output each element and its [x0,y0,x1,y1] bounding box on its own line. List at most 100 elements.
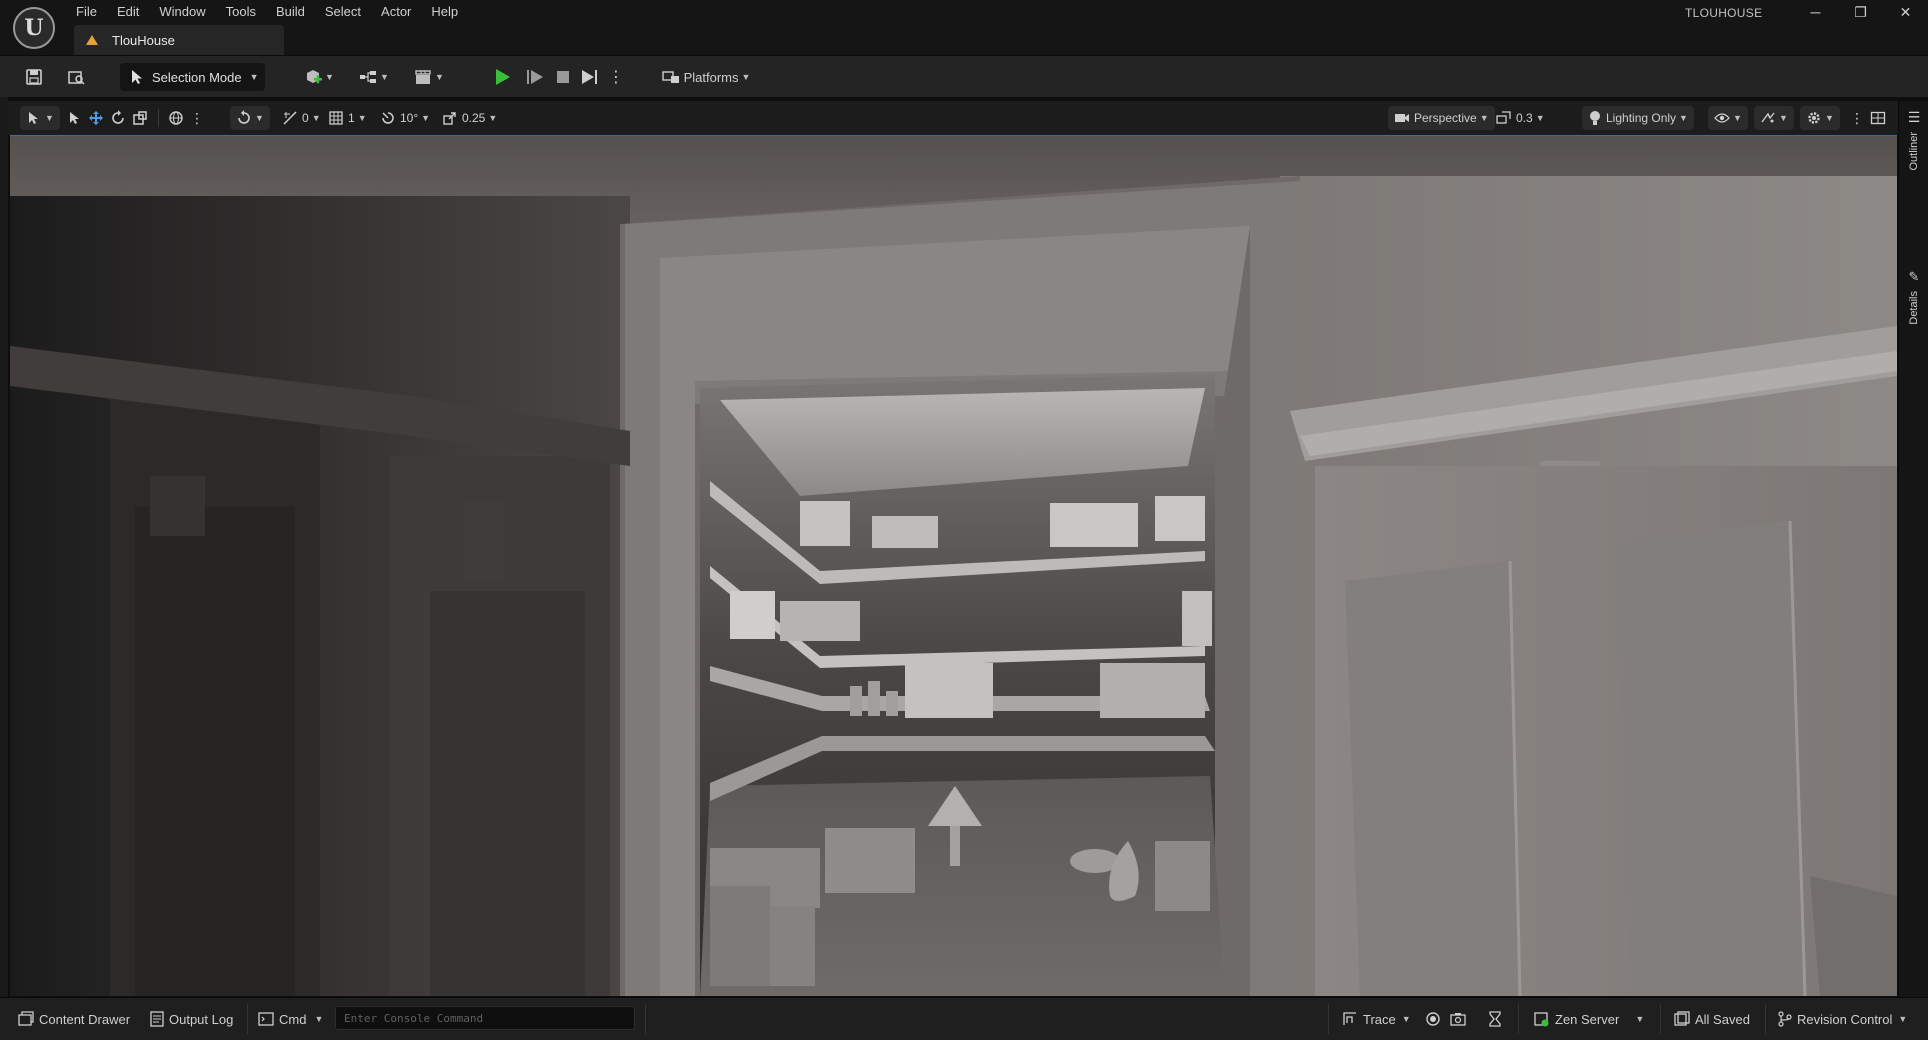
menu-build[interactable]: Build [266,0,315,24]
viewport-options-dropdown[interactable]: ▼ [20,106,60,130]
toolbar-divider [158,109,159,127]
play-options-button[interactable]: ⋮ [606,63,626,91]
stop-button[interactable] [550,63,576,91]
revision-control-label: Revision Control [1797,1011,1893,1027]
grid-snap-dropdown[interactable]: 0 ▼ [282,106,321,130]
level-tab[interactable]: TlouHouse [74,25,284,55]
chevron-down-icon: ▼ [380,72,389,82]
surface-snap-icon [238,110,250,124]
content-browser-button[interactable] [62,63,90,91]
rotation-snap-dropdown[interactable]: 10° ▼ [380,106,430,130]
blueprints-button[interactable]: ▼ [355,63,393,91]
details-tab-label: Details [1908,291,1920,325]
close-button[interactable]: ✕ [1883,0,1928,24]
camera-speed-value: 0.3 [1516,111,1533,125]
menu-actor[interactable]: Actor [371,0,421,24]
menu-edit[interactable]: Edit [107,0,149,24]
content-drawer-button[interactable]: Content Drawer [18,1006,130,1032]
menu-help[interactable]: Help [421,0,468,24]
surface-snap-dropdown[interactable]: 1 ▼ [328,106,367,130]
viewport-settings-dropdown[interactable]: ▼ [1800,106,1840,130]
hourglass-icon [1489,1011,1501,1027]
outliner-tab-label: Outliner [1908,132,1920,171]
chevron-down-icon: ▼ [1401,1014,1411,1024]
restore-button[interactable]: ❐ [1838,0,1883,24]
clapperboard-icon [415,70,431,84]
trace-record-button[interactable] [1425,1006,1441,1032]
menu-select[interactable]: Select [315,0,371,24]
menu-file[interactable]: File [64,0,107,24]
terminal-icon [258,1012,274,1026]
eject-button[interactable] [576,63,602,91]
rotate-tool-button[interactable] [110,106,126,130]
translate-tool-button[interactable] [88,106,104,130]
snapshot-icon [1450,1013,1466,1026]
add-actor-button[interactable]: ▼ [300,63,338,91]
level-viewport[interactable] [10,135,1897,996]
cinematics-button[interactable]: ▼ [410,63,448,91]
platforms-icon [661,71,679,83]
save-icon [26,69,42,85]
scale-icon [133,111,147,125]
viewport-layout-button[interactable] [1870,106,1886,130]
console-command-input[interactable] [335,1006,635,1030]
chevron-down-icon: ▼ [357,113,367,123]
layout-grid-icon [1870,111,1886,125]
save-button[interactable] [20,63,48,91]
selection-mode-dropdown[interactable]: Selection Mode ▼ [120,63,265,91]
branch-icon [1778,1011,1792,1027]
snap-rotation-toggle[interactable]: ▼ [230,106,270,130]
status-divider [645,1004,646,1034]
eye-icon [1714,113,1730,123]
add-actor-icon [307,70,323,84]
minimize-button[interactable]: ─ [1793,0,1838,24]
all-saved-icon [1674,1011,1690,1026]
kebab-menu-icon: ⋮ [190,109,204,126]
save-all-button[interactable]: All Saved [1674,1006,1750,1032]
trace-label: Trace [1363,1011,1396,1027]
scale-snap-dropdown[interactable]: 0.25 ▼ [442,106,497,130]
scale-tool-button[interactable] [132,106,148,130]
play-button[interactable] [490,63,516,91]
status-divider [1518,1004,1519,1034]
menu-tools[interactable]: Tools [216,0,266,24]
play-icon [496,69,510,85]
platforms-label: Platforms [683,69,739,85]
chevron-down-icon: ▼ [1635,1014,1645,1024]
rotate-icon [112,110,124,124]
menu-window[interactable]: Window [149,0,215,24]
output-log-button[interactable]: Output Log [150,1006,233,1032]
outliner-tab[interactable]: ☰ Outliner [1899,109,1928,171]
more-transform-options[interactable]: ⋮ [190,106,204,130]
output-log-icon [150,1011,164,1027]
browse-icon [68,71,85,85]
show-flags-dropdown[interactable]: ▼ [1708,106,1748,130]
status-divider [1328,1004,1329,1034]
platforms-dropdown[interactable]: Platforms ▼ [656,63,756,91]
camera-speed-dropdown[interactable]: 0.3 ▼ [1496,106,1545,130]
window-controls: ─ ❐ ✕ [1793,0,1928,24]
select-arrow-icon [70,112,79,124]
output-log-label: Output Log [169,1011,234,1027]
grid-snap-icon [283,111,297,125]
cmd-dropdown[interactable]: Cmd ▼ [258,1006,323,1032]
advance-frame-button[interactable] [522,63,548,91]
viewport-more-options[interactable]: ⋮ [1850,106,1864,130]
trace-dropdown[interactable]: Trace ▼ [1342,1006,1411,1032]
coordinate-system-button[interactable] [168,106,184,130]
revision-control-dropdown[interactable]: Revision Control ▼ [1778,1006,1907,1032]
details-tab[interactable]: ✎ Details [1899,269,1928,325]
view-mode-dropdown[interactable]: Perspective ▼ [1388,106,1495,130]
performance-scalability-dropdown[interactable]: ▼ [1754,106,1794,130]
light-bulb-icon [1590,111,1600,125]
trace-snapshot-button[interactable] [1450,1006,1466,1032]
status-bar: Content Drawer Output Log Cmd ▼ Trace ▼ … [0,997,1928,1040]
select-tool-button[interactable] [66,106,82,130]
record-icon [1426,1012,1440,1026]
chevron-down-icon: ▼ [1825,113,1834,123]
pencil-icon: ✎ [1908,269,1920,284]
unreal-logo-icon[interactable]: U [13,7,55,49]
zen-server-dropdown[interactable]: Zen Server ▼ [1534,1006,1644,1032]
lighting-mode-dropdown[interactable]: Lighting Only ▼ [1582,106,1694,130]
derived-data-button[interactable] [1488,1006,1502,1032]
